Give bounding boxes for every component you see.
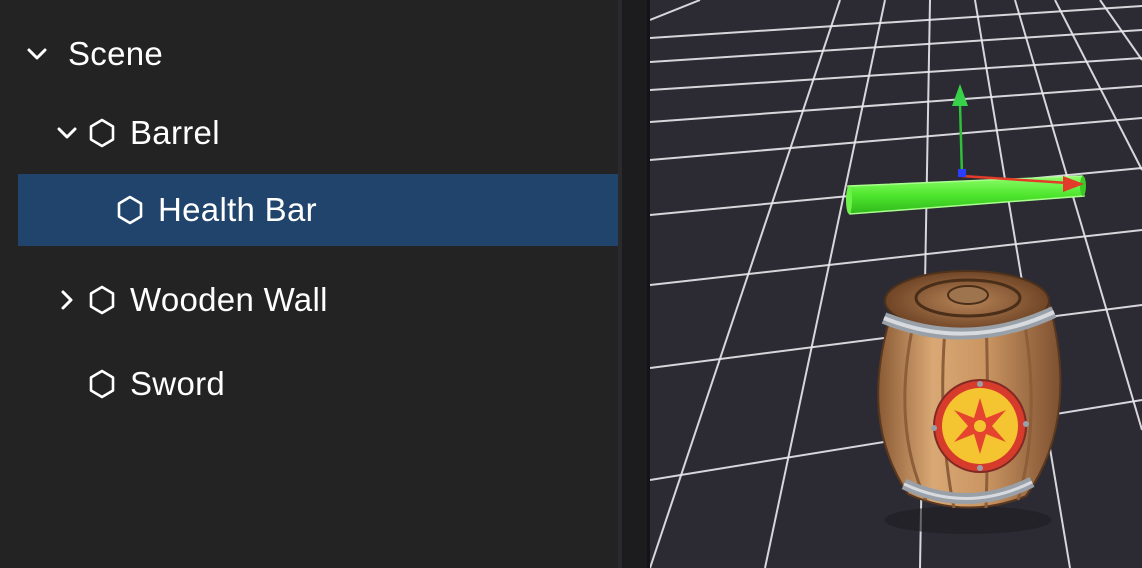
- splitter-edge: [618, 0, 622, 568]
- hierarchy-item-label: Barrel: [130, 114, 220, 151]
- chevron-down-icon[interactable]: [52, 118, 82, 148]
- barrel-mesh: [877, 270, 1062, 534]
- hierarchy-item-sword[interactable]: Sword: [18, 348, 668, 420]
- hierarchy-item-label: Wooden Wall: [130, 281, 328, 318]
- chevron-right-icon[interactable]: [52, 285, 82, 315]
- scene-hierarchy-panel: Scene Barrel Health Bar Wooden Wall Swor…: [0, 0, 696, 568]
- chevron-down-icon[interactable]: [22, 39, 52, 69]
- hierarchy-item-label: Sword: [130, 365, 226, 402]
- viewport-canvas[interactable]: [650, 0, 1142, 568]
- hierarchy-item-health-bar[interactable]: Health Bar: [18, 174, 696, 246]
- hexagon-icon: [86, 284, 118, 316]
- hierarchy-item-label: Health Bar: [158, 191, 317, 228]
- hexagon-icon: [86, 117, 118, 149]
- hierarchy-item-barrel[interactable]: Barrel: [18, 97, 634, 169]
- hierarchy-item-label: Scene: [68, 35, 164, 72]
- hexagon-icon: [86, 368, 118, 400]
- hexagon-icon: [114, 194, 146, 226]
- hierarchy-item-scene[interactable]: Scene: [18, 18, 604, 90]
- scene-viewport[interactable]: [650, 0, 1142, 568]
- panel-splitter[interactable]: [618, 0, 650, 568]
- editor-window: Scene Barrel Health Bar Wooden Wall Swor…: [0, 0, 1142, 568]
- hierarchy-item-wooden-wall[interactable]: Wooden Wall: [18, 264, 634, 336]
